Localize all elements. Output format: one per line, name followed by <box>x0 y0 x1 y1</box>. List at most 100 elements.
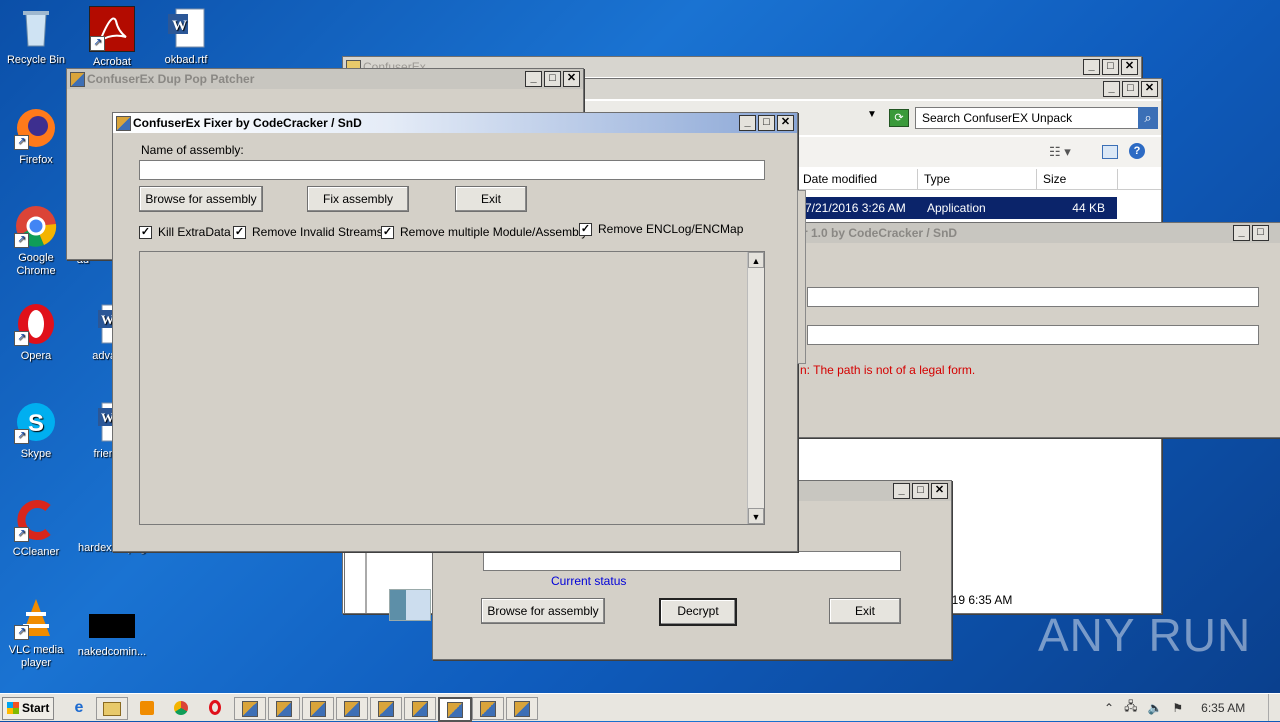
desktop-icon-label: CCleaner <box>12 546 60 558</box>
shortcut-arrow-icon: ↗ <box>14 625 29 640</box>
unpacker-path-field-1[interactable] <box>807 287 1259 307</box>
taskbar-app-1[interactable] <box>234 697 266 720</box>
view-options-icon[interactable]: ☷ ▾ <box>1049 144 1071 160</box>
desktop-icon-acrobat[interactable]: ↗ Acrobat <box>76 6 148 69</box>
decryptor-browse-button[interactable]: Browse for assembly <box>481 598 605 624</box>
action-center-flag-icon[interactable]: ⚑ <box>1172 701 1183 715</box>
close-button[interactable]: ✕ <box>1121 59 1138 75</box>
app-icon <box>242 700 258 717</box>
clock[interactable]: 6:35 AM <box>1201 701 1245 715</box>
taskbar-explorer-icon[interactable] <box>96 697 128 720</box>
taskbar-app-7[interactable] <box>472 697 504 720</box>
taskbar-app-4[interactable] <box>336 697 368 720</box>
taskbar-app-3[interactable] <box>302 697 334 720</box>
desktop-icon-vlc[interactable]: ↗ VLC media player <box>0 596 72 670</box>
scroll-up-icon[interactable]: ▲ <box>748 252 764 268</box>
maximize-button[interactable]: □ <box>912 483 929 499</box>
maximize-button[interactable]: □ <box>1252 225 1269 241</box>
app-icon <box>70 72 85 87</box>
firefox-icon: ↗ <box>14 106 58 150</box>
desktop-icon-firefox[interactable]: ↗ Firefox <box>0 106 72 167</box>
desktop-icon-ccleaner[interactable]: ↗ CCleaner <box>0 498 72 559</box>
checkbox-label: Kill ExtraData <box>158 225 231 239</box>
maximize-button[interactable]: □ <box>544 71 561 87</box>
desktop-icon-opera[interactable]: ↗ Opera <box>0 302 72 363</box>
fixer-titlebar[interactable]: ConfuserEx Fixer by CodeCracker / SnD _ … <box>113 113 797 133</box>
desktop-icon-okbad[interactable]: W okbad.rtf <box>150 6 222 67</box>
remove-enclog-checkbox[interactable]: ✓ Remove ENCLog/ENCMap <box>579 222 743 236</box>
minimize-button[interactable]: _ <box>525 71 542 87</box>
close-button[interactable]: ✕ <box>777 115 794 131</box>
dup-pop-titlebar[interactable]: ConfuserEx Dup Pop Patcher _ □ ✕ <box>67 69 583 89</box>
scroll-down-icon[interactable]: ▼ <box>748 508 764 524</box>
assembly-path-input[interactable] <box>139 160 765 180</box>
desktop-icon-label: VLC media player <box>8 644 64 669</box>
decrypt-button[interactable]: Decrypt <box>659 598 737 626</box>
minimize-button[interactable]: _ <box>739 115 756 131</box>
close-button[interactable]: ✕ <box>563 71 580 87</box>
taskbar-app-active[interactable] <box>438 697 472 722</box>
volume-icon[interactable]: 🔈 <box>1147 701 1162 715</box>
vlc-cone-icon: ↗ <box>14 596 58 640</box>
column-size[interactable]: Size <box>1037 169 1118 189</box>
minimize-button[interactable]: _ <box>1103 81 1120 97</box>
window-title: r 1.0 by CodeCracker / SnD <box>803 226 958 240</box>
preview-pane-icon[interactable] <box>1102 145 1118 159</box>
show-desktop-button[interactable] <box>1268 694 1280 721</box>
address-dropdown-icon[interactable]: ▼ <box>867 109 877 120</box>
fix-assembly-button[interactable]: Fix assembly <box>307 186 409 212</box>
desktop-icon-label: Skype <box>20 448 52 460</box>
minimize-button[interactable]: _ <box>893 483 910 499</box>
checkbox-label: Remove Invalid Streams <box>252 225 383 239</box>
network-icon[interactable]: 🖧 <box>1124 697 1137 718</box>
taskbar-app-6[interactable] <box>404 697 436 720</box>
taskbar-app-5[interactable] <box>370 697 402 720</box>
decryptor-path-field[interactable] <box>483 551 901 571</box>
help-icon[interactable]: ? <box>1129 143 1145 159</box>
search-input[interactable]: Search ConfuserEX Unpack <box>915 107 1145 129</box>
taskbar-app-2[interactable] <box>268 697 300 720</box>
desktop-icon-skype[interactable]: S ↗ Skype <box>0 400 72 461</box>
minimize-button[interactable]: _ <box>1083 59 1100 75</box>
maximize-button[interactable]: □ <box>1122 81 1139 97</box>
maximize-button[interactable]: □ <box>1102 59 1119 75</box>
confuserex-fixer-window[interactable]: ConfuserEx Fixer by CodeCracker / SnD _ … <box>112 112 798 552</box>
kill-extradata-checkbox[interactable]: ✓ Kill ExtraData <box>139 225 231 239</box>
taskbar-ie-icon[interactable]: e <box>64 697 94 718</box>
desktop-icon-label: Acrobat <box>93 56 131 68</box>
start-label: Start <box>22 701 50 715</box>
image-thumbnail-icon <box>89 614 135 638</box>
maximize-button[interactable]: □ <box>758 115 775 131</box>
decryptor-exit-button[interactable]: Exit <box>829 598 901 624</box>
unpacker-error-text: n: The path is not of a legal form. <box>800 363 976 377</box>
desktop-icon-recycle-bin[interactable]: Recycle Bin <box>0 6 72 67</box>
file-row-selected[interactable]: 7/21/2016 3:26 AM Application 44 KB <box>797 197 1117 219</box>
tray-expand-icon[interactable]: ⌃ <box>1104 701 1114 715</box>
window-controls: _ □ ✕ <box>739 115 794 131</box>
taskbar-opera-icon[interactable] <box>200 697 230 718</box>
minimize-button[interactable]: _ <box>1233 225 1250 241</box>
taskbar-media-player-icon[interactable] <box>132 697 162 718</box>
column-date-modified[interactable]: Date modified <box>797 169 918 189</box>
opera-icon: ↗ <box>14 302 58 346</box>
unpacker-path-field-2[interactable] <box>807 325 1259 345</box>
close-button[interactable]: ✕ <box>931 483 948 499</box>
exit-button[interactable]: Exit <box>455 186 527 212</box>
close-button[interactable]: ✕ <box>1141 81 1158 97</box>
column-type[interactable]: Type <box>918 169 1037 189</box>
file-date-2: 019 6:35 AM <box>945 593 1013 607</box>
remove-multiple-module-checkbox[interactable]: ✓ Remove multiple Module/Assembly <box>381 225 587 239</box>
remove-invalid-streams-checkbox[interactable]: ✓ Remove Invalid Streams <box>233 225 383 239</box>
windows-logo-icon <box>7 702 19 714</box>
name-of-assembly-label: Name of assembly: <box>141 143 244 157</box>
browse-for-assembly-button[interactable]: Browse for assembly <box>139 186 263 212</box>
refresh-icon[interactable]: ⟳ <box>889 109 909 127</box>
taskbar-app-8[interactable] <box>506 697 538 720</box>
desktop-icon-nakedcomin[interactable]: nakedcomin... <box>72 614 152 659</box>
checkbox-label: Remove multiple Module/Assembly <box>400 225 588 239</box>
search-icon[interactable]: ⌕ <box>1138 107 1158 129</box>
log-output-area[interactable]: ▲ ▼ <box>139 251 765 525</box>
start-button[interactable]: Start <box>2 697 54 720</box>
taskbar-chrome-icon[interactable] <box>166 697 196 718</box>
log-scrollbar[interactable]: ▲ ▼ <box>747 252 764 524</box>
